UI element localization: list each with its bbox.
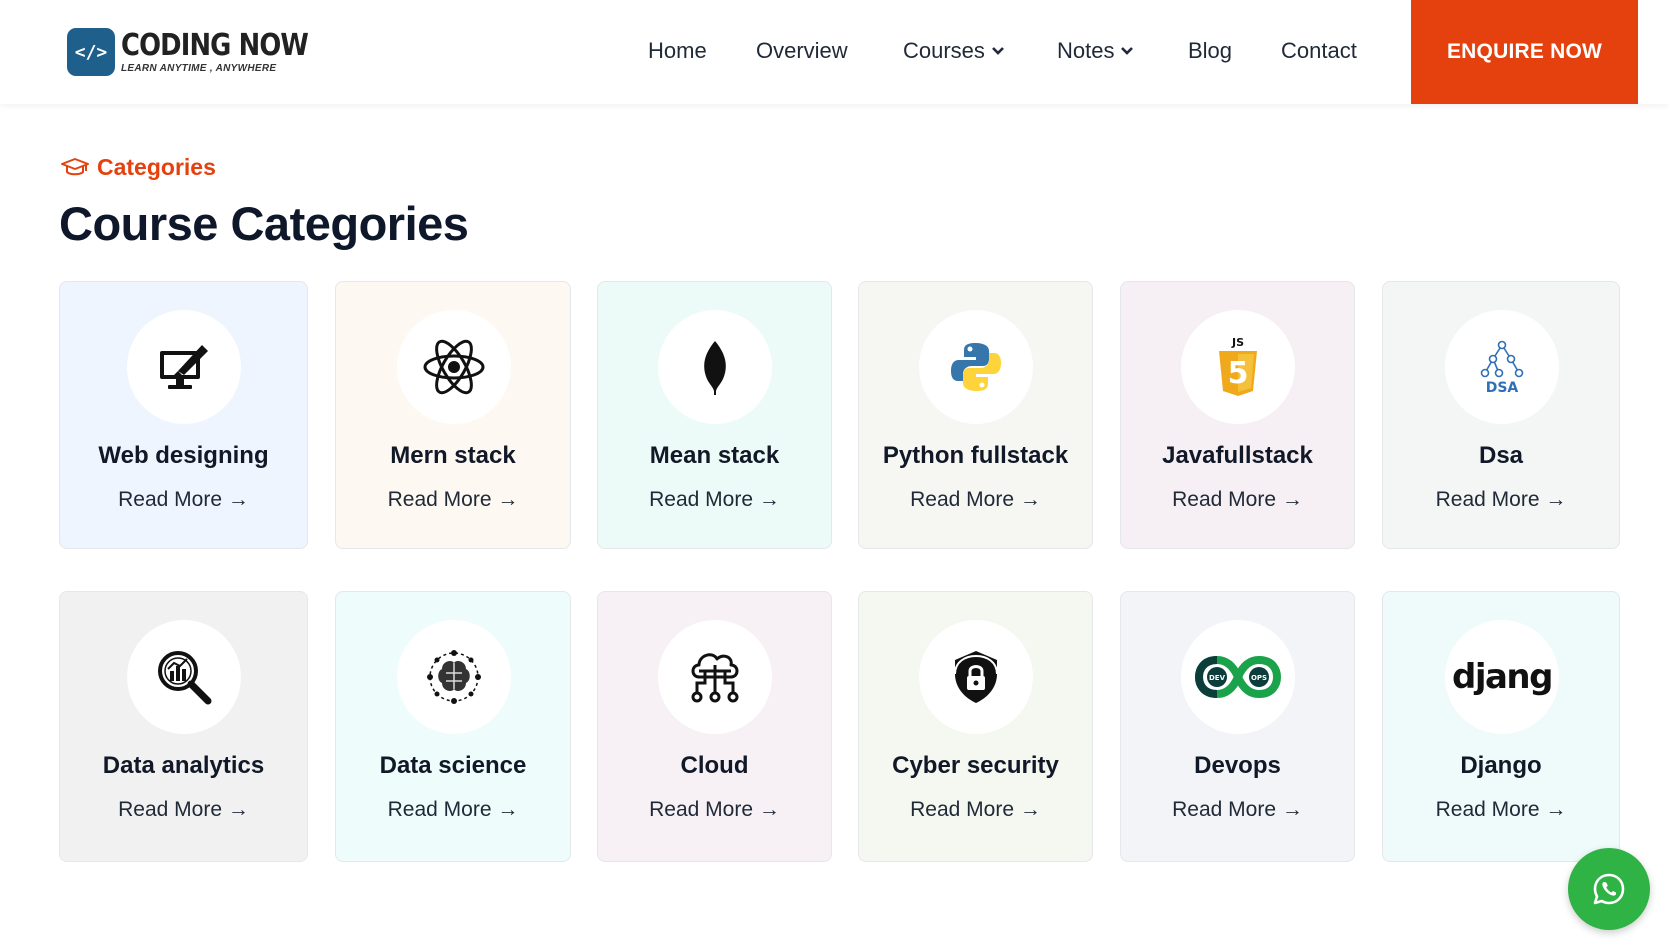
read-more-link[interactable]: Read More → (1121, 798, 1354, 822)
logo-title: CODING NOW (121, 28, 309, 63)
monitor-pen-icon (127, 310, 241, 424)
react-atom-icon (397, 310, 511, 424)
read-more-link[interactable]: Read More → (1383, 488, 1619, 512)
category-card[interactable]: djang Django Read More → (1382, 591, 1620, 862)
section-tag: Categories (60, 154, 216, 181)
category-card[interactable]: Python fullstack Read More → (858, 281, 1093, 549)
nav-home[interactable]: Home (648, 38, 707, 64)
category-card[interactable]: DSA Dsa Read More → (1382, 281, 1620, 549)
svg-text:5: 5 (1228, 356, 1249, 391)
nav-notes[interactable]: Notes (1057, 38, 1134, 64)
category-card[interactable]: DEV OPS Devops Read More → (1120, 591, 1355, 862)
enquire-now-button[interactable]: ENQUIRE NOW (1411, 0, 1638, 104)
chevron-down-icon (1121, 47, 1134, 55)
read-more-link[interactable]: Read More → (598, 798, 831, 822)
whatsapp-button[interactable] (1568, 848, 1650, 930)
read-more-link[interactable]: Read More → (336, 488, 570, 512)
whatsapp-icon (1593, 873, 1625, 905)
js-shield-icon: JS 5 (1181, 310, 1295, 424)
dsa-tree-icon: DSA (1445, 310, 1559, 424)
magnifier-chart-icon (127, 620, 241, 734)
read-more-link[interactable]: Read More → (60, 488, 307, 512)
code-bracket-icon: </> (67, 28, 115, 76)
category-title: Dsa (1478, 442, 1524, 469)
site-header: </> CODING NOW LEARN ANYTIME , ANYWHERE … (0, 0, 1669, 104)
category-title: Devops (1194, 752, 1281, 779)
nav-overview[interactable]: Overview (756, 38, 848, 64)
section-tag-label: Categories (97, 154, 216, 180)
brand-logo[interactable]: </> CODING NOW LEARN ANYTIME , ANYWHERE (67, 28, 338, 76)
category-title: Cyber security (892, 752, 1059, 779)
category-card[interactable]: Mean stack Read More → (597, 281, 832, 549)
category-card[interactable]: Cyber security Read More → (858, 591, 1093, 862)
devops-infinity-icon: DEV OPS (1181, 620, 1295, 734)
nav-courses[interactable]: Courses (903, 38, 1005, 64)
category-card[interactable]: Mern stack Read More → (335, 281, 571, 549)
brain-network-icon (397, 620, 511, 734)
read-more-link[interactable]: Read More → (336, 798, 570, 822)
category-title: Mean stack (649, 442, 780, 469)
category-title: Python fullstack (882, 442, 1069, 469)
nav-contact[interactable]: Contact (1281, 38, 1357, 64)
category-title: Django (1460, 752, 1542, 779)
category-title: Web designing (98, 442, 269, 469)
nav-blog[interactable]: Blog (1188, 38, 1232, 64)
category-title: Cloud (680, 752, 749, 779)
read-more-link[interactable]: Read More → (598, 488, 831, 512)
read-more-link[interactable]: Read More → (859, 798, 1092, 822)
category-title: Data science (379, 752, 527, 779)
category-card[interactable]: Data analytics Read More → (59, 591, 308, 862)
logo-subtitle: LEARN ANYTIME , ANYWHERE (121, 63, 277, 74)
category-card[interactable]: JS 5 Javafullstack Read More → (1120, 281, 1355, 549)
chevron-down-icon (992, 47, 1004, 55)
mongodb-leaf-icon (658, 310, 772, 424)
read-more-link[interactable]: Read More → (60, 798, 307, 822)
read-more-link[interactable]: Read More → (859, 488, 1092, 512)
graduation-cap-icon (61, 157, 89, 175)
category-card[interactable]: Web designing Read More → (59, 281, 308, 549)
django-logo-icon: djang (1445, 620, 1559, 734)
category-card[interactable]: Cloud Read More → (597, 591, 832, 862)
django-logo-text: djang (1452, 657, 1553, 697)
cloud-network-icon (658, 620, 772, 734)
dsa-text: DSA (1486, 380, 1519, 395)
category-title: Javafullstack (1162, 442, 1313, 469)
read-more-link[interactable]: Read More → (1383, 798, 1619, 822)
shield-lock-icon (919, 620, 1033, 734)
page-title: Course Categories (59, 197, 469, 250)
ops-text: OPS (1251, 674, 1267, 682)
category-card[interactable]: Data science Read More → (335, 591, 571, 862)
read-more-link[interactable]: Read More → (1121, 488, 1354, 512)
category-title: Mern stack (390, 442, 516, 469)
dev-text: DEV (1209, 674, 1226, 682)
python-icon (919, 310, 1033, 424)
js-text: JS (1231, 336, 1244, 349)
category-title: Data analytics (102, 752, 265, 779)
